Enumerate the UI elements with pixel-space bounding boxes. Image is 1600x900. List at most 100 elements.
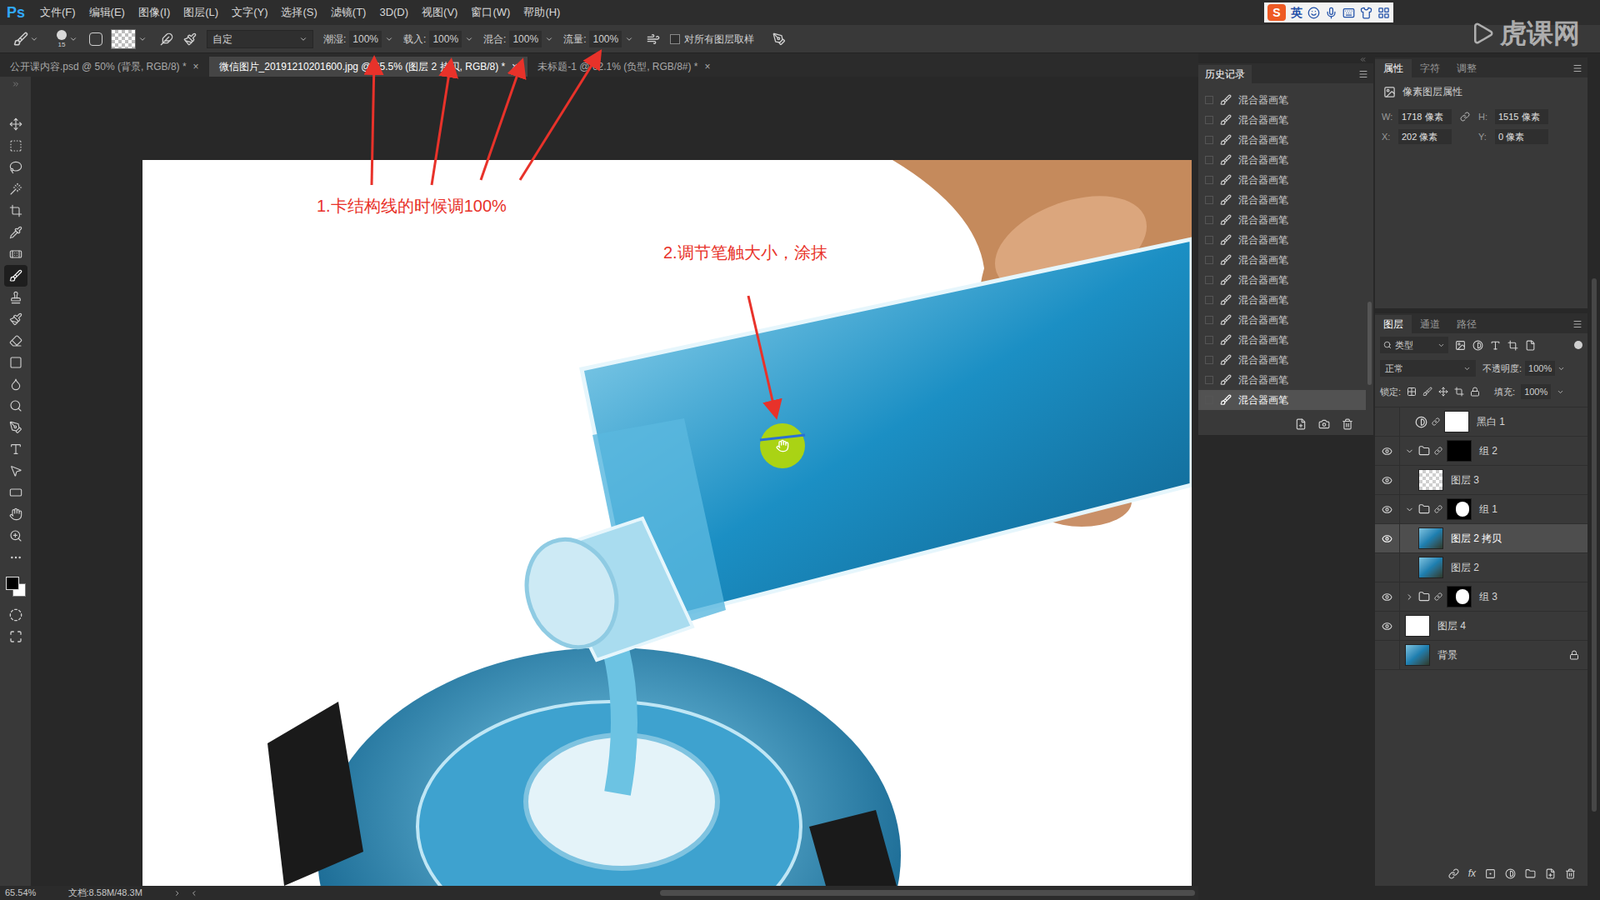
history-item[interactable]: 混合器画笔 bbox=[1198, 350, 1366, 370]
layer-name[interactable]: 背景 bbox=[1437, 647, 1458, 663]
history-source-box[interactable] bbox=[1205, 255, 1214, 265]
new-adjustment-icon[interactable] bbox=[1505, 868, 1516, 880]
link-icon[interactable] bbox=[1460, 111, 1470, 122]
blend-dropdown[interactable]: 正常 bbox=[1380, 360, 1476, 377]
history-item[interactable]: 混合器画笔 bbox=[1198, 270, 1366, 290]
menu-item[interactable]: 选择(S) bbox=[274, 4, 324, 21]
mask-link-icon[interactable] bbox=[1434, 446, 1443, 455]
layer-thumbnail[interactable] bbox=[1444, 410, 1470, 433]
opacity-value[interactable]: 100% bbox=[1525, 360, 1555, 376]
history-item[interactable]: 混合器画笔 bbox=[1198, 110, 1366, 130]
property-field[interactable]: W:1718 像素 bbox=[1381, 109, 1452, 125]
scroll-left-icon[interactable] bbox=[190, 889, 198, 898]
panel-menu-icon[interactable] bbox=[1572, 319, 1583, 330]
layer-thumbnail[interactable] bbox=[1418, 556, 1444, 579]
option-field[interactable]: 混合:100% bbox=[483, 30, 554, 48]
tool-button[interactable] bbox=[4, 308, 28, 330]
layer-name[interactable]: 组 3 bbox=[1479, 589, 1498, 605]
status-menu-icon[interactable] bbox=[173, 889, 181, 898]
panel-menu-icon[interactable] bbox=[1572, 63, 1583, 74]
visibility-toggle[interactable] bbox=[1375, 436, 1400, 465]
menu-item[interactable]: 3D(D) bbox=[372, 4, 415, 21]
menu-item[interactable]: 窗口(W) bbox=[464, 4, 517, 21]
layer-name[interactable]: 图层 2 拷贝 bbox=[1450, 530, 1502, 546]
history-item[interactable]: 混合器画笔 bbox=[1198, 390, 1366, 410]
airbrush-icon[interactable] bbox=[646, 32, 660, 46]
history-source-box[interactable] bbox=[1205, 395, 1214, 405]
option-field[interactable]: 潮湿:100% bbox=[323, 30, 394, 48]
history-source-box[interactable] bbox=[1205, 275, 1214, 285]
ime-logo[interactable]: S bbox=[1267, 4, 1286, 21]
filter-type-icon[interactable] bbox=[1490, 340, 1501, 351]
menu-item[interactable]: 帮助(H) bbox=[516, 4, 567, 21]
load-brush-icon[interactable] bbox=[160, 32, 174, 46]
visibility-toggle[interactable] bbox=[1375, 524, 1400, 553]
screen-mode-icon[interactable] bbox=[9, 630, 23, 644]
history-item[interactable]: 混合器画笔 bbox=[1198, 370, 1366, 390]
chevron-icon[interactable] bbox=[69, 35, 78, 44]
add-mask-icon[interactable] bbox=[1485, 868, 1496, 880]
tab-close[interactable]: × bbox=[705, 59, 711, 75]
skin-icon[interactable] bbox=[1360, 6, 1373, 20]
sample-all-checkbox[interactable]: 对所有图层取样 bbox=[670, 31, 755, 47]
history-item[interactable]: 混合器画笔 bbox=[1198, 170, 1366, 190]
mask-link-icon[interactable] bbox=[1434, 505, 1443, 514]
menu-item[interactable]: 图像(I) bbox=[131, 4, 177, 21]
layer-thumbnail[interactable] bbox=[1405, 644, 1430, 666]
filter-shape-icon[interactable] bbox=[1507, 340, 1519, 351]
menu-item[interactable]: 视图(V) bbox=[415, 4, 465, 21]
history-item[interactable]: 混合器画笔 bbox=[1198, 210, 1366, 230]
panel-tab[interactable]: 调整 bbox=[1448, 59, 1485, 78]
history-item[interactable]: 混合器画笔 bbox=[1198, 330, 1366, 350]
tool-button[interactable] bbox=[4, 265, 28, 287]
lock-pixels-icon[interactable] bbox=[1422, 386, 1433, 397]
link-layers-icon[interactable] bbox=[1448, 868, 1460, 880]
tool-button[interactable] bbox=[4, 373, 28, 395]
layer-name[interactable]: 组 1 bbox=[1479, 501, 1498, 517]
tool-button[interactable] bbox=[4, 395, 28, 417]
layer-row[interactable]: 组 2 bbox=[1375, 436, 1588, 466]
layer-row[interactable]: 图层 3 bbox=[1375, 465, 1588, 495]
tool-button[interactable] bbox=[4, 416, 28, 439]
history-item[interactable]: 混合器画笔 bbox=[1198, 150, 1366, 170]
option-value[interactable]: 100% bbox=[589, 30, 622, 48]
layer-name[interactable]: 图层 4 bbox=[1437, 618, 1466, 634]
tool-button[interactable] bbox=[4, 135, 28, 157]
lock-transparency-icon[interactable] bbox=[1406, 386, 1417, 397]
delete-layer-icon[interactable] bbox=[1565, 868, 1576, 880]
preset-dropdown[interactable]: 自定 bbox=[206, 30, 314, 49]
mask-link-icon[interactable] bbox=[1431, 417, 1440, 426]
collapse-icon[interactable] bbox=[1405, 592, 1415, 602]
layer-thumbnail[interactable] bbox=[1418, 527, 1444, 550]
mask-link-icon[interactable] bbox=[1434, 592, 1443, 601]
history-source-box[interactable] bbox=[1205, 175, 1214, 185]
keyboard-icon[interactable] bbox=[1342, 6, 1355, 20]
brush-panel-icon[interactable] bbox=[89, 32, 103, 46]
layer-name[interactable]: 图层 2 bbox=[1450, 560, 1480, 575]
expand-icon[interactable] bbox=[1405, 505, 1415, 515]
visibility-toggle[interactable] bbox=[1375, 582, 1400, 611]
tool-button[interactable] bbox=[4, 200, 28, 222]
filter-smart-icon[interactable] bbox=[1525, 340, 1536, 351]
option-value[interactable]: 100% bbox=[509, 30, 542, 48]
history-source-box[interactable] bbox=[1205, 215, 1214, 225]
panel-tab[interactable]: 字符 bbox=[1411, 59, 1449, 78]
panel-tab[interactable]: 路径 bbox=[1448, 315, 1485, 334]
filter-adjustment-icon[interactable] bbox=[1472, 340, 1484, 351]
menu-item[interactable]: 文字(Y) bbox=[225, 4, 275, 21]
option-value[interactable]: 100% bbox=[429, 30, 462, 48]
quick-mask-icon[interactable] bbox=[9, 608, 23, 622]
tool-button[interactable] bbox=[4, 286, 28, 309]
history-item[interactable]: 混合器画笔 bbox=[1198, 290, 1366, 310]
chevron-icon[interactable] bbox=[465, 35, 474, 44]
chevron-icon[interactable] bbox=[1557, 365, 1565, 373]
chevron-icon[interactable] bbox=[625, 35, 634, 44]
tool-button[interactable] bbox=[4, 156, 28, 179]
pressure-icon[interactable] bbox=[772, 32, 786, 46]
scroll-thumb[interactable] bbox=[1591, 278, 1597, 812]
tool-button[interactable] bbox=[4, 243, 28, 265]
right-scrollbar[interactable] bbox=[1587, 53, 1600, 900]
brush-size-picker[interactable]: 15 bbox=[56, 30, 67, 49]
field-value[interactable]: 0 像素 bbox=[1495, 129, 1549, 145]
layer-row[interactable]: 背景 bbox=[1375, 640, 1588, 670]
